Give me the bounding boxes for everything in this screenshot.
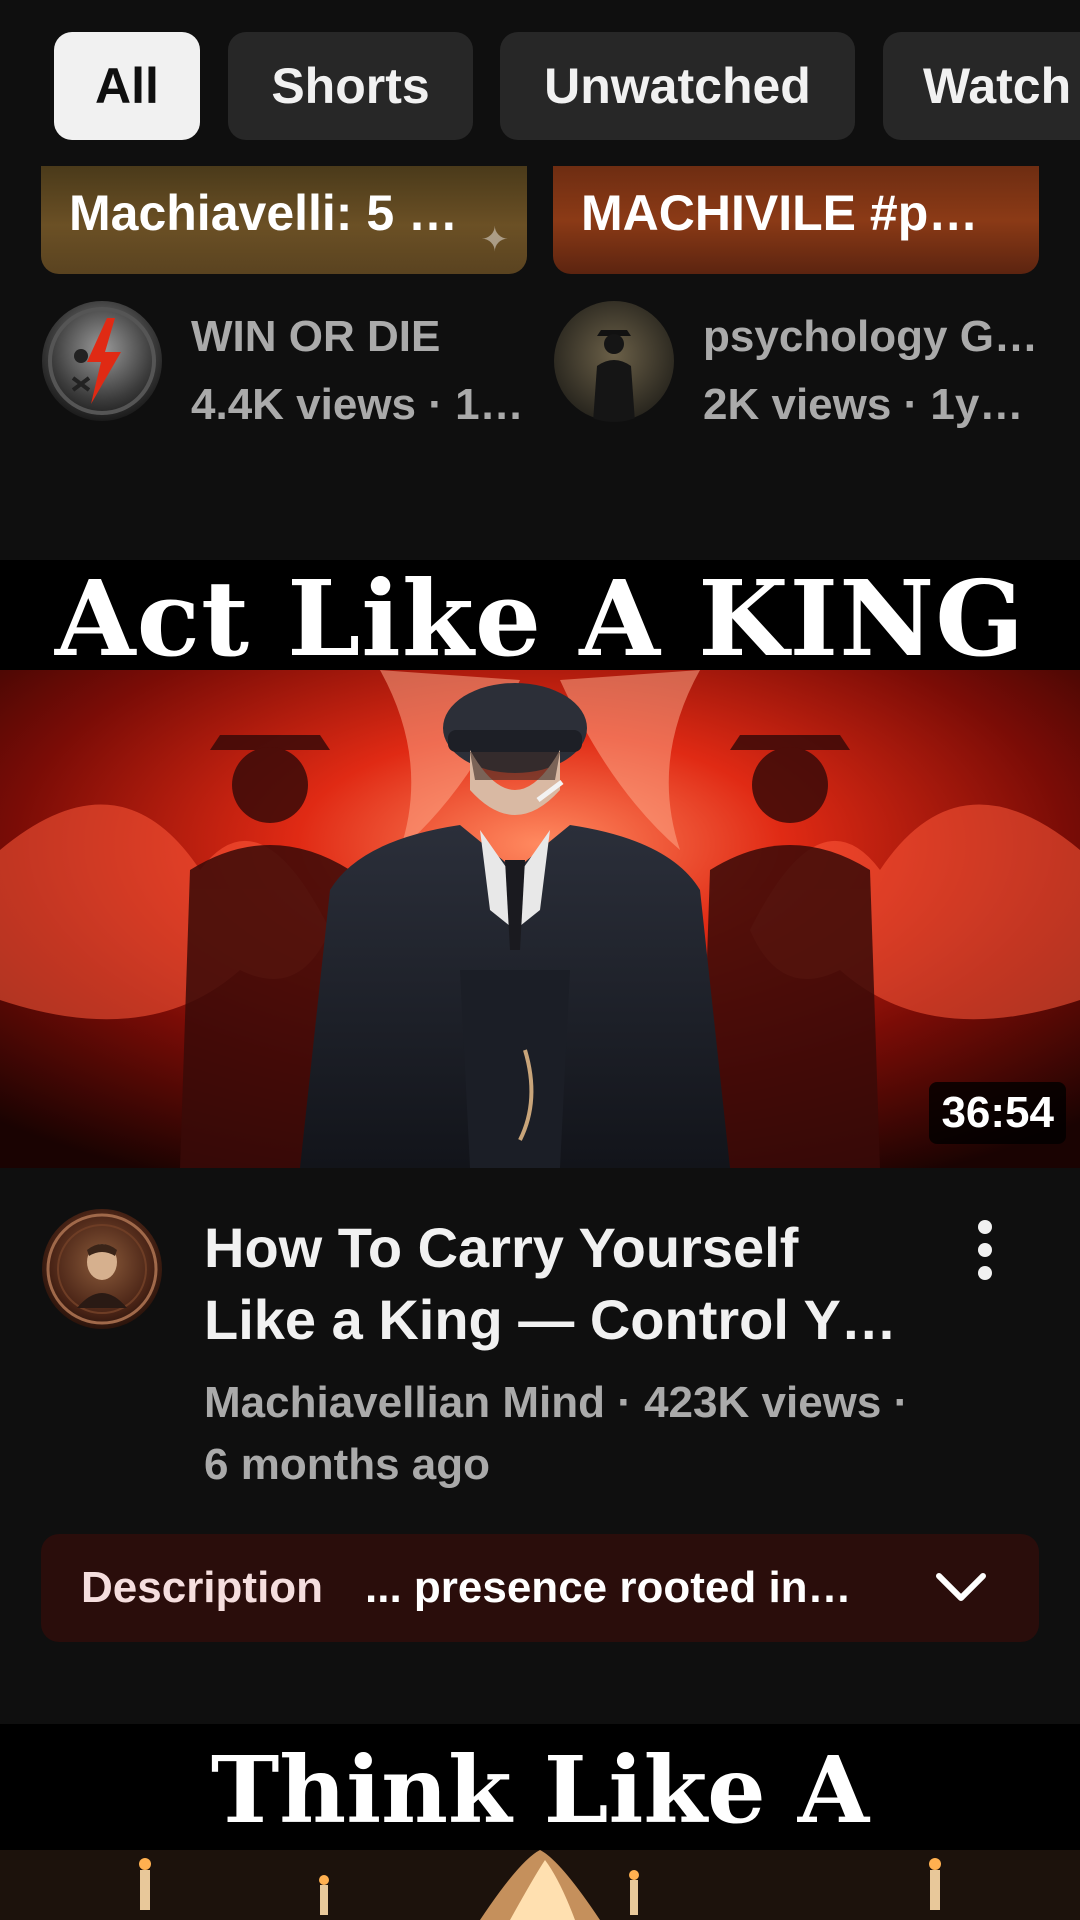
lightning-skull-icon[interactable]	[41, 300, 163, 422]
video-title-line: How To Carry Yourself	[204, 1216, 799, 1279]
description-bar[interactable]: Description ... presence rooted in…	[41, 1534, 1039, 1642]
short-channel-name[interactable]: psychology Gr…	[703, 312, 1043, 362]
chevron-down-icon[interactable]	[935, 1564, 987, 1612]
thumbnail-artwork	[0, 1850, 1080, 1920]
thumbnail-artwork	[0, 670, 1080, 1168]
video-meta-line: 6 months ago	[204, 1440, 491, 1489]
short-title: MACHIVILE #p…	[581, 185, 979, 241]
more-options-icon[interactable]	[960, 1215, 1010, 1285]
short-title: Machiavelli: 5 …	[69, 185, 459, 241]
video-meta: Machiavellian Mind · 423K views · 6 mont…	[204, 1372, 964, 1496]
short-thumbnail[interactable]: Machiavelli: 5 … ✦	[41, 166, 527, 274]
video-thumbnail[interactable]: Act Like A KING 36:54	[0, 560, 1080, 1168]
chip-watched[interactable]: Watch	[883, 32, 1080, 140]
silhouette-man-icon[interactable]	[553, 300, 675, 422]
short-views: 2K views · 1y…	[703, 380, 1024, 429]
machiavelli-portrait-icon[interactable]	[41, 1208, 163, 1330]
thumbnail-headline: Think Like A General	[210, 1736, 870, 1920]
description-label: Description	[81, 1563, 324, 1612]
sparkle-icon: ✦	[480, 221, 510, 259]
chip-shorts[interactable]: Shorts	[228, 32, 473, 140]
video-duration-badge: 36:54	[929, 1082, 1066, 1144]
video-meta-line: Machiavellian Mind · 423K views ·	[204, 1378, 909, 1427]
description-snippet: ... presence rooted in…	[365, 1563, 852, 1612]
filter-chip-bar: All Shorts Unwatched Watch	[0, 0, 1080, 166]
chip-unwatched[interactable]: Unwatched	[500, 32, 855, 140]
video-title-line: Like a King — Control Y…	[204, 1288, 897, 1351]
next-video-thumbnail[interactable]: Think Like A General	[0, 1724, 1080, 1920]
short-views: 4.4K views · 1…	[191, 380, 524, 429]
thumbnail-headline: Act Like A KING	[0, 560, 1080, 678]
short-channel-name[interactable]: WIN OR DIE	[191, 312, 531, 362]
short-thumbnail[interactable]: MACHIVILE #p…	[553, 166, 1039, 274]
chip-all[interactable]: All	[54, 32, 200, 140]
video-title[interactable]: How To Carry Yourself Like a King — Cont…	[204, 1212, 904, 1356]
